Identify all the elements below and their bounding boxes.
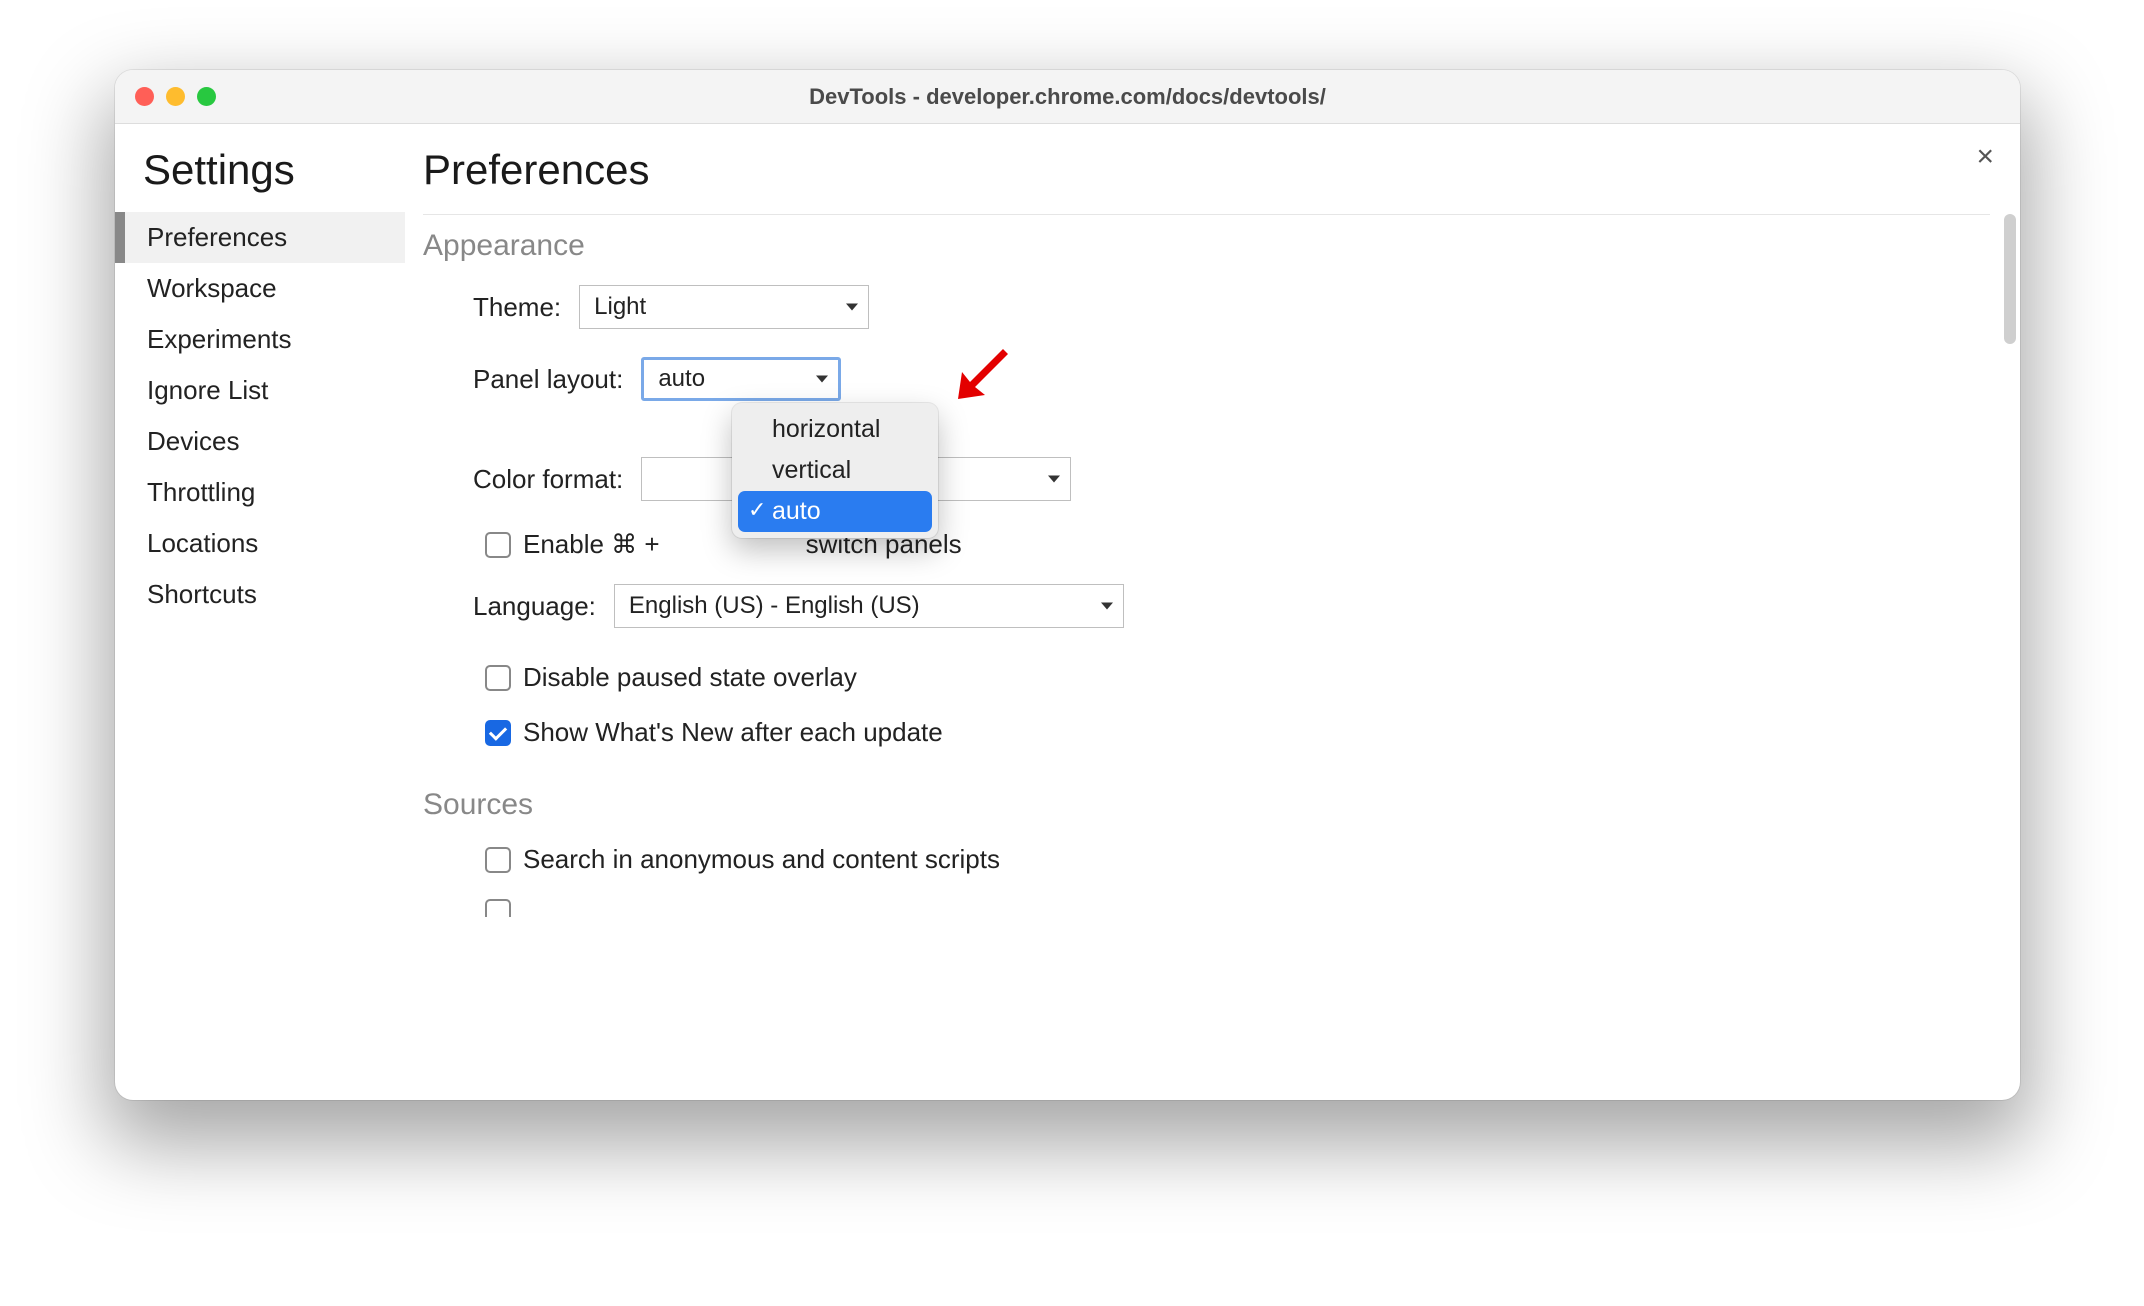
disable-paused-overlay-checkbox[interactable]: [485, 665, 511, 691]
sidebar-item-experiments[interactable]: Experiments: [115, 314, 405, 365]
caret-down-icon: [1101, 603, 1113, 610]
caret-down-icon: [846, 304, 858, 311]
search-anon-label: Search in anonymous and content scripts: [523, 844, 1000, 875]
settings-sidebar: Settings Preferences Workspace Experimen…: [115, 124, 405, 1100]
sidebar-item-label: Preferences: [147, 222, 287, 252]
sidebar-item-preferences[interactable]: Preferences: [115, 212, 405, 263]
show-whats-new-checkbox[interactable]: [485, 720, 511, 746]
panel-layout-dropdown: horizontal vertical auto: [732, 403, 938, 538]
dropdown-option-label: horizontal: [772, 415, 880, 443]
sidebar-item-devices[interactable]: Devices: [115, 416, 405, 467]
sidebar-title: Settings: [115, 146, 405, 212]
enable-cmd-text-before: Enable ⌘ +: [523, 529, 660, 560]
dropdown-option-label: vertical: [772, 456, 851, 484]
caret-down-icon: [816, 376, 828, 383]
sources-section-heading: Sources: [423, 788, 1990, 822]
panel-layout-label: Panel layout:: [473, 364, 623, 395]
theme-select-value: Light: [594, 293, 646, 321]
enable-cmd-switch-checkbox[interactable]: [485, 532, 511, 558]
sidebar-item-label: Workspace: [147, 273, 277, 303]
theme-label: Theme:: [473, 292, 561, 323]
color-format-label: Color format:: [473, 464, 623, 495]
show-whats-new-label: Show What's New after each update: [523, 717, 943, 748]
theme-select[interactable]: Light: [579, 285, 869, 329]
panel-layout-select-value: auto: [658, 365, 705, 393]
language-row: Language: English (US) - English (US): [473, 584, 1990, 628]
settings-content: × Settings Preferences Workspace Experim…: [115, 124, 2020, 1100]
panel-layout-row: Panel layout: auto horizontal vertical a…: [473, 357, 1990, 401]
window-title: DevTools - developer.chrome.com/docs/dev…: [115, 84, 2020, 110]
window-close-button[interactable]: [135, 87, 154, 106]
disable-paused-overlay-row: Disable paused state overlay: [485, 662, 1990, 693]
appearance-section-heading: Appearance: [423, 229, 1990, 263]
show-whats-new-row: Show What's New after each update: [485, 717, 1990, 748]
partial-checkbox[interactable]: [485, 899, 511, 917]
sidebar-item-label: Throttling: [147, 477, 255, 507]
language-select[interactable]: English (US) - English (US): [614, 584, 1124, 628]
theme-row: Theme: Light: [473, 285, 1990, 329]
sidebar-item-throttling[interactable]: Throttling: [115, 467, 405, 518]
panel-layout-select[interactable]: auto: [641, 357, 841, 401]
sidebar-item-ignore-list[interactable]: Ignore List: [115, 365, 405, 416]
disable-paused-overlay-label: Disable paused state overlay: [523, 662, 857, 693]
enable-cmd-switch-row: Enable ⌘ + switch panels: [485, 529, 1990, 560]
search-anon-row: Search in anonymous and content scripts: [485, 844, 1990, 875]
dropdown-option-auto[interactable]: auto: [738, 491, 932, 532]
sidebar-item-label: Locations: [147, 528, 258, 558]
settings-main: Preferences Appearance Theme: Light Pane…: [405, 124, 2020, 1100]
language-label: Language:: [473, 591, 596, 622]
devtools-settings-window: DevTools - developer.chrome.com/docs/dev…: [115, 70, 2020, 1100]
sidebar-item-shortcuts[interactable]: Shortcuts: [115, 569, 405, 620]
page-title: Preferences: [423, 146, 1990, 215]
traffic-lights: [135, 87, 216, 106]
sidebar-item-locations[interactable]: Locations: [115, 518, 405, 569]
color-format-row: Color format:: [473, 457, 1990, 501]
sidebar-item-workspace[interactable]: Workspace: [115, 263, 405, 314]
sidebar-item-label: Experiments: [147, 324, 292, 354]
window-maximize-button[interactable]: [197, 87, 216, 106]
sidebar-item-label: Devices: [147, 426, 239, 456]
sidebar-item-label: Shortcuts: [147, 579, 257, 609]
partial-row: [485, 899, 1990, 917]
dropdown-option-vertical[interactable]: vertical: [738, 450, 932, 491]
titlebar: DevTools - developer.chrome.com/docs/dev…: [115, 70, 2020, 124]
dropdown-option-horizontal[interactable]: horizontal: [738, 409, 932, 450]
search-anon-checkbox[interactable]: [485, 847, 511, 873]
sidebar-item-label: Ignore List: [147, 375, 268, 405]
dropdown-option-label: auto: [772, 497, 821, 525]
caret-down-icon: [1048, 476, 1060, 483]
window-minimize-button[interactable]: [166, 87, 185, 106]
language-select-value: English (US) - English (US): [629, 592, 920, 620]
